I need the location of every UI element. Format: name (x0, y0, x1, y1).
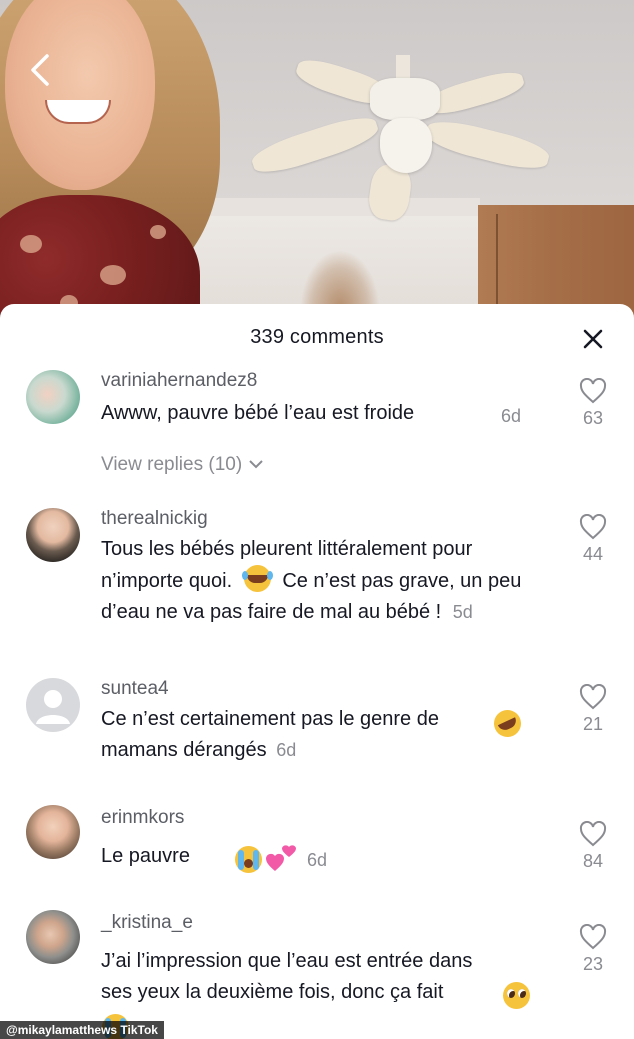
like-count: 23 (582, 954, 604, 974)
comment-username[interactable]: _kristina_e (101, 912, 193, 934)
comment-date: 6d (501, 406, 522, 426)
like-button[interactable]: 21 (568, 684, 618, 735)
video-background (0, 0, 634, 330)
dried-plant (300, 250, 380, 310)
like-count: 63 (582, 408, 604, 428)
source-watermark: @mikaylamatthews TikTok (0, 1021, 164, 1039)
like-button[interactable]: 44 (568, 514, 618, 565)
like-count: 84 (582, 851, 604, 871)
like-button[interactable]: 63 (568, 378, 618, 429)
fan-hub (370, 78, 440, 120)
smiling-face (5, 0, 155, 190)
comment-username[interactable]: erinmkors (101, 807, 184, 829)
comments-sheet: 339 comments variniahernandez8 Awww, pau… (0, 304, 634, 1039)
comment-count-title: 339 comments (250, 326, 384, 348)
heart-outline-icon (579, 924, 607, 950)
face-with-tears-of-joy-icon (241, 565, 273, 592)
like-count: 21 (582, 714, 604, 734)
back-button[interactable] (22, 50, 62, 90)
comment-text: Ce n’est certainement pas le genre de ma… (101, 708, 439, 761)
pleading-face-icon (503, 982, 530, 1009)
view-replies-button[interactable]: View replies (10) (101, 454, 265, 476)
heart-outline-icon (579, 821, 607, 847)
avatar[interactable] (26, 910, 80, 964)
comment-date: 6d (307, 850, 328, 870)
two-hearts-icon (266, 845, 296, 871)
comment-username[interactable]: variniahernandez8 (101, 370, 257, 392)
like-button[interactable]: 23 (568, 924, 618, 975)
comment-username[interactable]: therealnickig (101, 508, 208, 530)
chevron-left-icon (31, 54, 49, 86)
heart-outline-icon (579, 378, 607, 404)
heart-outline-icon (579, 684, 607, 710)
comment-text: Awww, pauvre bébé l’eau est froide (101, 402, 415, 424)
comment-list[interactable]: variniahernandez8 Awww, pauvre bébé l’ea… (0, 362, 634, 1039)
like-button[interactable]: 84 (568, 821, 618, 872)
close-button[interactable] (578, 324, 608, 354)
close-icon (583, 329, 603, 349)
comments-header: 339 comments (0, 304, 634, 370)
comment-text: Le pauvre (101, 845, 190, 867)
comment-username[interactable]: suntea4 (101, 678, 169, 700)
loudly-crying-face-icon (235, 846, 262, 873)
avatar[interactable] (26, 805, 80, 859)
default-avatar-icon (36, 690, 70, 724)
avatar[interactable] (26, 508, 80, 562)
chevron-down-icon (249, 460, 264, 469)
comment-text: J’ai l’impression que l’eau est entrée d… (101, 950, 473, 1003)
comment-text: Tous les bébés pleurent littéralement po… (101, 538, 522, 623)
fan-light (380, 118, 432, 173)
heart-outline-icon (579, 514, 607, 540)
like-count: 44 (582, 544, 604, 564)
comment-date: 5d (452, 602, 473, 622)
avatar[interactable] (26, 678, 80, 732)
comment-date: 6d (276, 740, 297, 760)
avatar[interactable] (26, 370, 80, 424)
